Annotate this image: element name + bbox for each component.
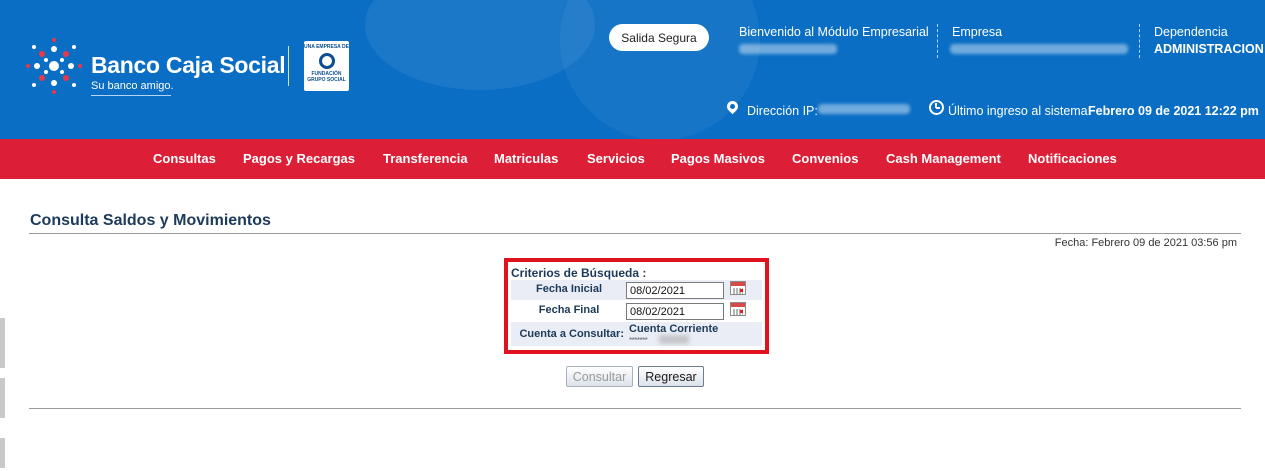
current-date: Fecha: Febrero 09 de 2021 03:56 pm <box>1054 237 1237 249</box>
nav-item-cash-management[interactable]: Cash Management <box>886 139 1001 179</box>
nav-item-pagos-masivos[interactable]: Pagos Masivos <box>671 139 765 179</box>
logo-divider <box>288 46 289 86</box>
nav-item-matriculas[interactable]: Matriculas <box>494 139 558 179</box>
slogan-underline <box>91 95 171 96</box>
dependency-value: ADMINISTRACION <box>1154 42 1264 56</box>
brand-name: Banco Caja Social <box>91 52 286 78</box>
foundation-caption: UNA EMPRESA DE <box>304 44 349 50</box>
foundation-ring-icon <box>318 53 335 69</box>
nav-item-transferencia[interactable]: Transferencia <box>383 139 468 179</box>
bank-logo-icon <box>26 38 82 94</box>
ip-address-redacted <box>818 104 910 114</box>
account-type: Cuenta Corriente <box>629 323 719 335</box>
clock-icon <box>929 100 944 115</box>
brand-slogan: Su banco amigo. <box>91 80 174 92</box>
end-date-label: Fecha Final <box>538 304 600 316</box>
account-label: Cuenta a Consultar: <box>519 328 624 340</box>
criteria-title: Criterios de Búsqueda : <box>511 266 647 280</box>
account-number-redacted <box>659 335 689 344</box>
welcome-label: Bienvenido al Módulo Empresarial <box>739 25 929 39</box>
edge-artifact <box>0 318 5 368</box>
end-date-input[interactable] <box>626 303 724 320</box>
user-name-redacted <box>739 44 837 54</box>
start-date-row: Fecha Inicial <box>511 280 762 300</box>
header-decoration <box>560 0 760 139</box>
header-divider <box>1139 24 1140 58</box>
search-criteria-panel: Criterios de Búsqueda : Fecha Inicial Fe… <box>504 258 769 354</box>
main-navigation: Consultas Pagos y Recargas Transferencia… <box>0 139 1265 179</box>
nav-item-consultas[interactable]: Consultas <box>153 139 216 179</box>
start-date-label: Fecha Inicial <box>535 283 603 295</box>
nav-item-pagos-y-recargas[interactable]: Pagos y Recargas <box>243 139 355 179</box>
title-divider <box>29 233 1241 234</box>
foundation-line2: GRUPO SOCIAL <box>307 77 346 83</box>
calendar-icon[interactable] <box>730 302 746 316</box>
page-title: Consulta Saldos y Movimientos <box>30 212 271 229</box>
last-login-value: Febrero 09 de 2021 12:22 pm <box>1088 104 1259 118</box>
top-header: Banco Caja Social Su banco amigo. UNA EM… <box>0 0 1265 139</box>
bottom-divider <box>29 408 1241 409</box>
back-button[interactable]: Regresar <box>638 366 704 387</box>
header-divider <box>937 24 938 58</box>
company-label: Empresa <box>952 25 1003 39</box>
account-row: Cuenta a Consultar: Cuenta Corriente ***… <box>511 322 762 346</box>
foundation-logo: UNA EMPRESA DE FUNDACIÓN GRUPO SOCIAL <box>304 41 349 91</box>
last-login-label: Último ingreso al sistema: <box>948 104 1092 118</box>
ip-label: Dirección IP: <box>747 104 818 118</box>
start-date-input[interactable] <box>626 282 724 299</box>
edge-artifact <box>0 438 5 468</box>
company-name-redacted <box>950 44 1128 54</box>
edge-artifact <box>0 378 5 418</box>
dependency-label: Dependencia <box>1154 25 1228 39</box>
secure-exit-button[interactable]: Salida Segura <box>609 24 709 51</box>
nav-item-convenios[interactable]: Convenios <box>792 139 858 179</box>
end-date-row: Fecha Final <box>511 301 762 321</box>
account-number: ******* <box>629 336 648 345</box>
calendar-icon[interactable] <box>730 281 746 295</box>
nav-item-notificaciones[interactable]: Notificaciones <box>1028 139 1117 179</box>
nav-item-servicios[interactable]: Servicios <box>587 139 645 179</box>
consult-button[interactable]: Consultar <box>566 366 633 387</box>
